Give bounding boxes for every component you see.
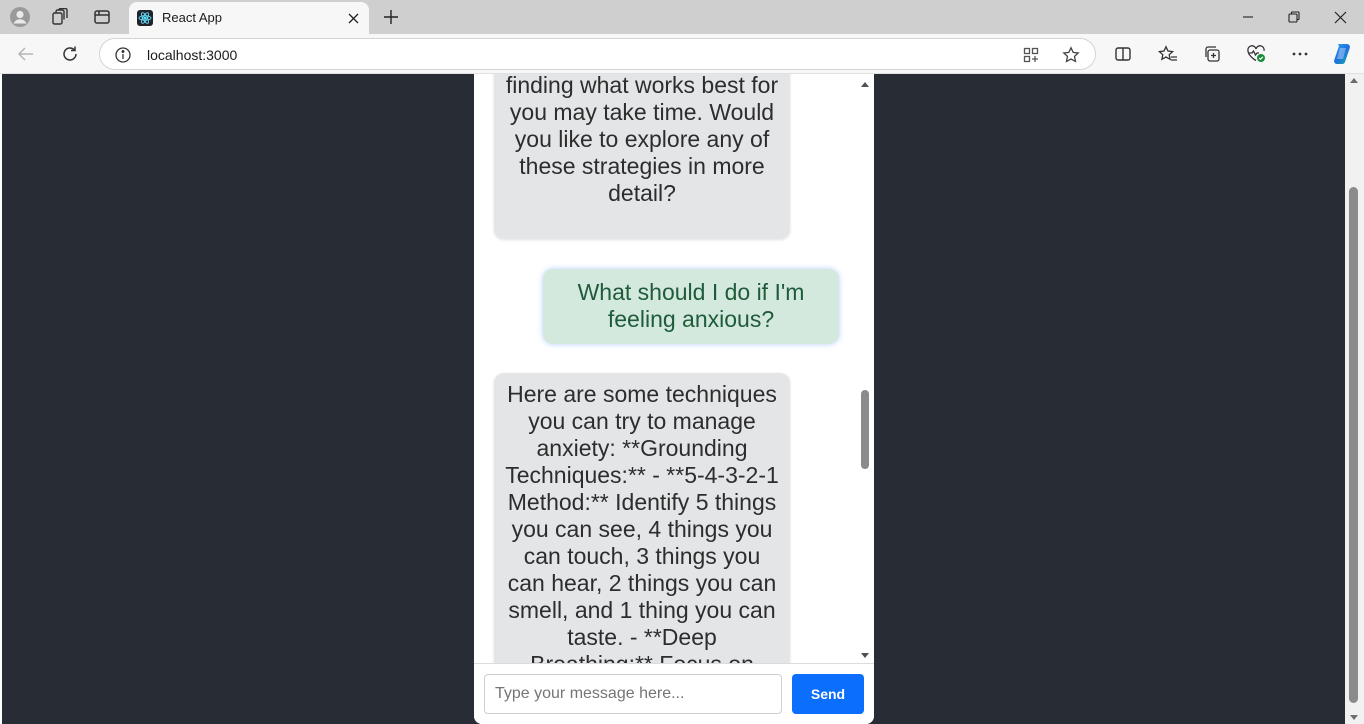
tab-actions-icon[interactable] (89, 5, 115, 29)
browser-toolbar: localhost:3000 (0, 34, 1364, 74)
address-bar[interactable]: localhost:3000 (99, 38, 1096, 70)
react-favicon-icon (137, 10, 153, 26)
profile-icon[interactable] (7, 5, 33, 29)
browser-essentials-icon[interactable] (1243, 41, 1269, 67)
favorite-star-icon[interactable] (1060, 44, 1082, 66)
tab-strip: React App (0, 0, 1364, 34)
page-scrollbar[interactable] (1345, 74, 1364, 724)
bot-message: Here are some techniques you can try to … (494, 373, 790, 663)
collections-icon[interactable] (1199, 41, 1225, 67)
page-viewport: therapist. Remember, finding what works … (2, 74, 1345, 724)
app-available-icon[interactable] (1020, 44, 1042, 66)
minimize-icon[interactable] (1234, 5, 1262, 29)
split-screen-icon[interactable] (1110, 41, 1136, 67)
message-input[interactable] (484, 674, 782, 714)
page-scrollbar-thumb[interactable] (1349, 187, 1358, 703)
tab-react-app[interactable]: React App (129, 2, 369, 34)
favorites-icon[interactable] (1155, 41, 1181, 67)
page-scroll-up-icon[interactable] (1350, 78, 1358, 83)
tab-title: React App (162, 10, 222, 25)
send-button[interactable]: Send (792, 674, 864, 714)
chat-window[interactable]: therapist. Remember, finding what works … (474, 74, 874, 663)
new-tab-icon[interactable] (380, 5, 402, 29)
message-input-bar: Send (474, 663, 874, 724)
site-info-icon[interactable] (114, 46, 132, 64)
scroll-up-arrow-icon[interactable] (861, 82, 869, 87)
bot-message: therapist. Remember, finding what works … (494, 74, 790, 239)
page-scroll-down-icon[interactable] (1350, 715, 1358, 720)
workspaces-icon[interactable] (47, 5, 73, 29)
refresh-icon[interactable] (57, 41, 83, 67)
restore-icon[interactable] (1280, 5, 1308, 29)
back-icon[interactable] (13, 41, 39, 67)
user-message: What should I do if I'm feeling anxious? (543, 269, 839, 344)
scroll-down-arrow-icon[interactable] (861, 653, 869, 658)
chat-container: therapist. Remember, finding what works … (474, 74, 874, 724)
copilot-icon[interactable] (1329, 41, 1355, 67)
more-icon[interactable] (1287, 41, 1313, 67)
close-tab-icon[interactable] (344, 9, 362, 27)
chat-scrollbar[interactable] (859, 78, 872, 660)
chat-scrollbar-thumb[interactable] (861, 390, 869, 469)
close-window-icon[interactable] (1326, 5, 1354, 29)
url-text: localhost:3000 (147, 47, 238, 63)
